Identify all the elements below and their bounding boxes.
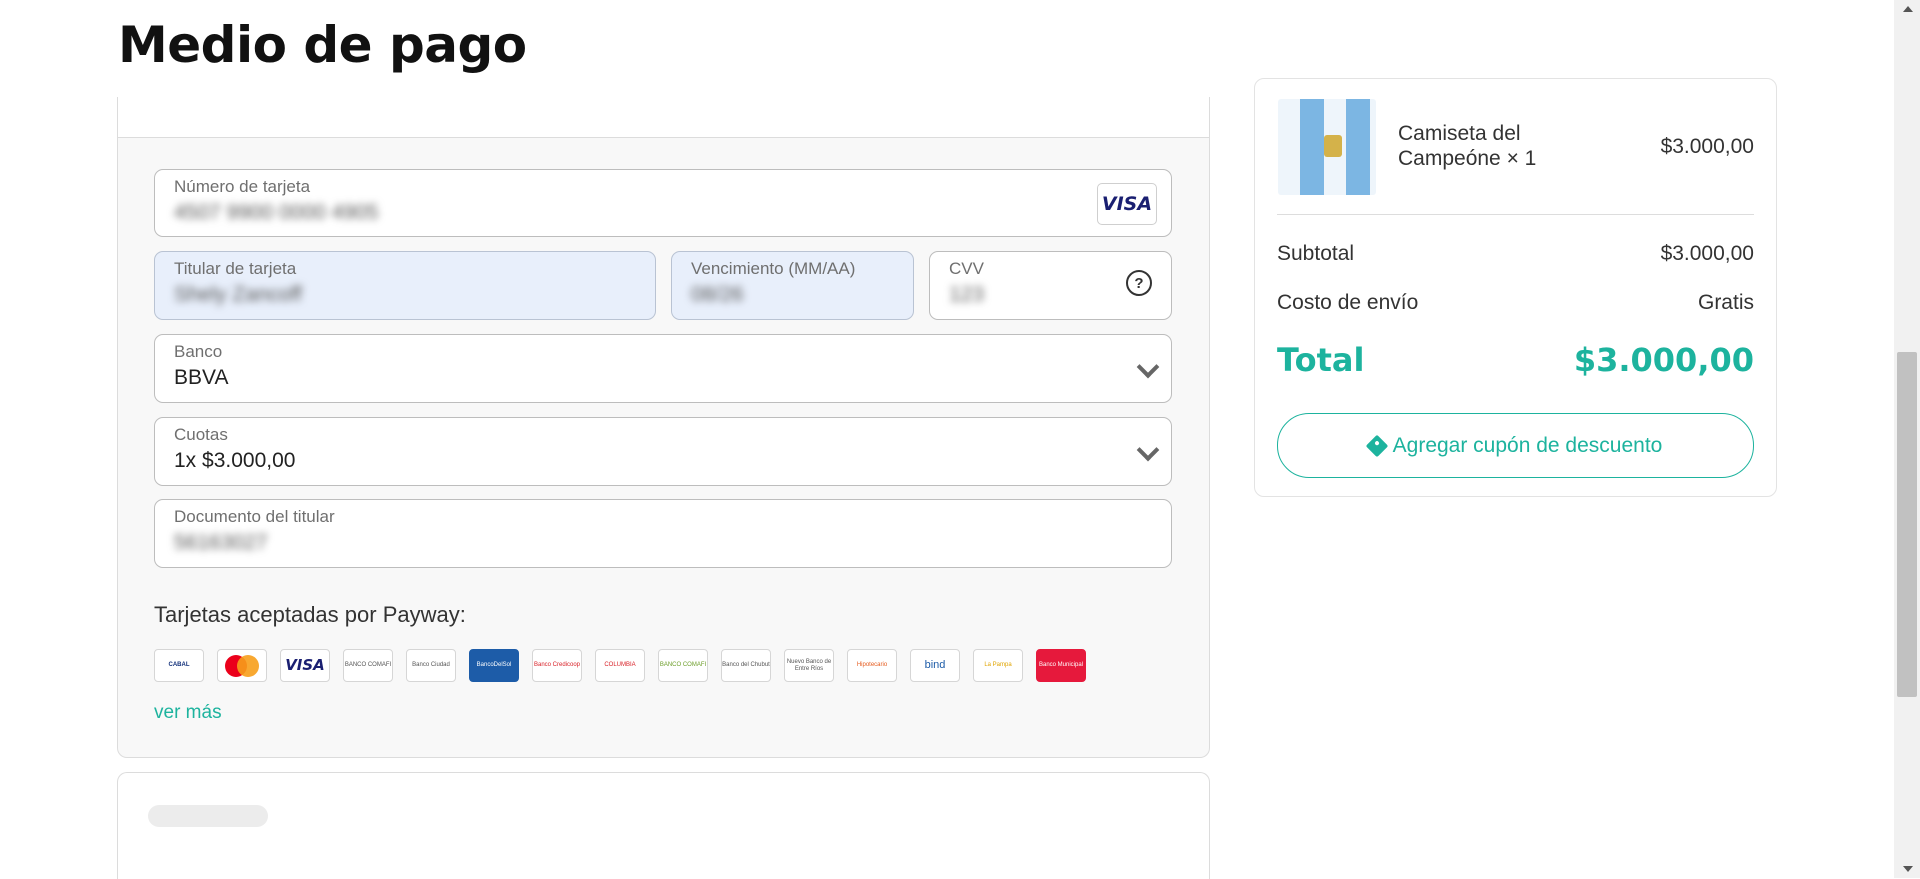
comafi-logo-2: BANCO COMAFI	[658, 649, 708, 682]
bank-value: BBVA	[174, 366, 229, 389]
shipping-row: Costo de envío Gratis	[1277, 291, 1754, 315]
subtotal-value: $3.000,00	[1660, 242, 1754, 265]
banco-ciudad-logo: Banco Ciudad	[406, 649, 456, 682]
add-coupon-label: Agregar cupón de descuento	[1392, 433, 1663, 457]
la-pampa-logo: La Pampa	[973, 649, 1023, 682]
bind-logo: bind	[910, 649, 960, 682]
product-price: $3.000,00	[1660, 135, 1754, 158]
shipping-label: Costo de envío	[1277, 291, 1419, 314]
shipping-value: Gratis	[1697, 291, 1754, 314]
add-coupon-button[interactable]: Agregar cupón de descuento	[1277, 413, 1754, 478]
accepted-cards-title: Tarjetas aceptadas por Payway:	[154, 602, 466, 627]
hipotecario-logo: Hipotecario	[847, 649, 897, 682]
entre-rios-logo: Nuevo Banco de Entre Ríos	[784, 649, 834, 682]
summary-divider	[1277, 214, 1754, 215]
card-number-label: Número de tarjeta	[174, 177, 311, 196]
payment-method-header[interactable]	[118, 97, 1209, 138]
page-scrollbar[interactable]	[1894, 0, 1920, 878]
installments-label: Cuotas	[174, 425, 228, 444]
chevron-down-icon	[1136, 355, 1160, 379]
comafi-logo: BANCO COMAFI	[343, 649, 393, 682]
see-more-link[interactable]: ver más	[154, 702, 222, 724]
tag-icon	[1365, 434, 1388, 457]
scrollbar-thumb[interactable]	[1897, 352, 1917, 697]
card-number-value[interactable]: 4507 9900 0000 4905	[174, 201, 378, 225]
mastercard-logo	[217, 649, 267, 682]
question-icon[interactable]: ?	[1126, 270, 1152, 296]
installments-value: 1x $3.000,00	[174, 449, 296, 472]
page-title: Medio de pago	[118, 16, 527, 74]
banco-del-sol-logo: BancoDelSol	[469, 649, 519, 682]
expiry-label: Vencimiento (MM/AA)	[691, 259, 856, 278]
card-holder-field[interactable]: Titular de tarjeta Shely Zancoff	[154, 251, 656, 320]
cvv-value[interactable]: 123	[949, 283, 984, 307]
columbia-logo: COLUMBIA	[595, 649, 645, 682]
loading-skeleton	[148, 805, 268, 827]
expiry-field[interactable]: Vencimiento (MM/AA) 08/26	[671, 251, 914, 320]
cabal-logo: CABAL	[154, 649, 204, 682]
card-holder-label: Titular de tarjeta	[174, 259, 297, 278]
subtotal-label: Subtotal	[1277, 242, 1355, 265]
card-number-field[interactable]: Número de tarjeta 4507 9900 0000 4905 VI…	[154, 169, 1172, 237]
next-section-panel	[117, 772, 1210, 879]
subtotal-row: Subtotal $3.000,00	[1277, 242, 1754, 266]
total-label: Total	[1277, 341, 1365, 379]
cvv-field[interactable]: CVV 123 ?	[929, 251, 1172, 320]
scroll-down-icon[interactable]	[1903, 866, 1913, 872]
order-summary: Camiseta del Campeóne × 1 $3.000,00 Subt…	[1254, 78, 1777, 497]
visa-icon: VISA	[1097, 183, 1157, 225]
accepted-cards-logos: CABAL VISA BANCO COMAFI Banco Ciudad Ban…	[154, 649, 1086, 682]
total-row: Total $3.000,00	[1277, 341, 1754, 379]
document-label: Documento del titular	[174, 507, 335, 526]
chubut-logo: Banco del Chubut	[721, 649, 771, 682]
chevron-down-icon	[1136, 438, 1160, 462]
bank-label: Banco	[174, 342, 223, 361]
installments-select[interactable]: Cuotas 1x $3.000,00	[154, 417, 1172, 486]
banco-municipal-logo: Banco Municipal	[1036, 649, 1086, 682]
total-value: $3.000,00	[1573, 341, 1754, 379]
credicoop-logo: Banco Credicoop	[532, 649, 582, 682]
scroll-up-icon[interactable]	[1903, 6, 1913, 12]
product-image	[1278, 99, 1376, 195]
expiry-value[interactable]: 08/26	[691, 283, 744, 307]
document-value[interactable]: 56163027	[174, 531, 267, 555]
document-field[interactable]: Documento del titular 56163027	[154, 499, 1172, 568]
bank-select[interactable]: Banco BBVA	[154, 334, 1172, 403]
card-holder-value[interactable]: Shely Zancoff	[174, 283, 302, 307]
product-name: Camiseta del Campeóne × 1	[1398, 122, 1537, 170]
visa-logo: VISA	[280, 649, 330, 682]
cvv-label: CVV	[949, 259, 984, 278]
